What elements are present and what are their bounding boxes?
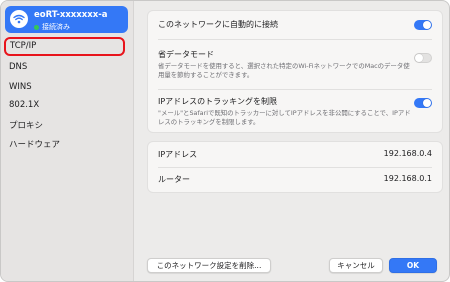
- toggle-knob: [415, 54, 423, 62]
- low-data-toggle[interactable]: [414, 53, 432, 63]
- router-value: 192.168.0.1: [383, 174, 432, 183]
- connected-status-dot-icon: [34, 24, 39, 30]
- router-label: ルーター: [158, 175, 190, 184]
- sidebar-item-tcpip[interactable]: TCP/IP: [4, 37, 125, 56]
- limit-tracking-label: IPアドレスのトラッキングを制限: [158, 97, 277, 106]
- wifi-icon: [10, 10, 28, 28]
- address-card: IPアドレス 192.168.0.4 ルーター 192.168.0.1: [147, 141, 443, 193]
- options-card: このネットワークに自動的に接続 省データモード 省データモードを使用すると、選択…: [147, 10, 443, 133]
- sidebar: eoRT-xxxxxxx-a 接続済み TCP/IP DNS WINS 802.…: [1, 1, 134, 281]
- auto-join-toggle[interactable]: [414, 20, 432, 30]
- toggle-knob: [423, 99, 431, 107]
- toggle-knob: [423, 21, 431, 29]
- network-name: eoRT-xxxxxxx-a: [34, 10, 108, 20]
- network-card[interactable]: eoRT-xxxxxxx-a 接続済み: [5, 6, 128, 33]
- sidebar-item-8021x[interactable]: 802.1X: [9, 100, 39, 110]
- ip-address-label: IPアドレス: [158, 150, 198, 159]
- network-settings-window: eoRT-xxxxxxx-a 接続済み TCP/IP DNS WINS 802.…: [0, 0, 450, 282]
- content-pane: このネットワークに自動的に接続 省データモード 省データモードを使用すると、選択…: [135, 1, 449, 281]
- cancel-button[interactable]: キャンセル: [329, 258, 383, 273]
- network-status: 接続済み: [34, 22, 70, 32]
- limit-tracking-description: "メール"とSafariで既知のトラッカーに対してIPアドレスを非公開にすること…: [158, 109, 411, 126]
- divider: [158, 89, 432, 90]
- ok-button[interactable]: OK: [389, 258, 437, 273]
- low-data-label: 省データモード: [158, 50, 214, 59]
- auto-join-row: このネットワークに自動的に接続: [158, 19, 432, 33]
- sidebar-item-hardware[interactable]: ハードウェア: [9, 138, 60, 150]
- divider: [158, 39, 432, 40]
- low-data-description: 省データモードを使用すると、選択された特定のWi-FiネットワークでのMacのデ…: [158, 62, 410, 79]
- ip-address-value: 192.168.0.4: [383, 149, 432, 158]
- forget-network-button[interactable]: このネットワーク設定を削除...: [147, 258, 271, 273]
- sidebar-item-proxy[interactable]: プロキシ: [9, 119, 43, 131]
- limit-tracking-row: IPアドレスのトラッキングを制限 "メール"とSafariで既知のトラッカーに対…: [158, 96, 432, 130]
- network-status-label: 接続済み: [42, 23, 70, 31]
- limit-tracking-toggle[interactable]: [414, 98, 432, 108]
- sidebar-item-wins[interactable]: WINS: [9, 82, 32, 92]
- low-data-row: 省データモード 省データモードを使用すると、選択された特定のWi-Fiネットワー…: [158, 49, 432, 83]
- divider: [158, 167, 432, 168]
- sidebar-item-dns[interactable]: DNS: [9, 62, 27, 72]
- auto-join-label: このネットワークに自動的に接続: [158, 20, 278, 29]
